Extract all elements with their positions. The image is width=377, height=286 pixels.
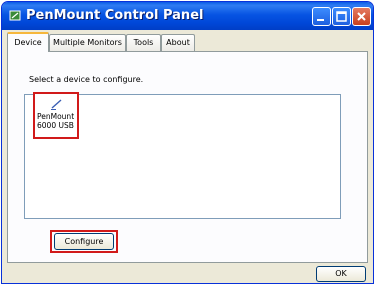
penmount-app-icon <box>9 10 21 21</box>
device-model: 6000 USB <box>37 121 74 130</box>
ok-button[interactable]: OK <box>316 266 366 282</box>
pen-icon <box>51 99 62 110</box>
tab-about[interactable]: About <box>161 34 195 51</box>
tab-multiple-monitors[interactable]: Multiple Monitors <box>49 34 126 51</box>
maximize-button[interactable] <box>332 7 351 26</box>
tab-tools[interactable]: Tools <box>126 34 161 51</box>
device-name: PenMount <box>37 112 75 121</box>
device-label: PenMount 6000 USB <box>37 112 79 130</box>
maximize-icon <box>336 11 347 22</box>
instruction-text: Select a device to configure. <box>29 75 144 84</box>
configure-button[interactable]: Configure <box>54 233 114 250</box>
close-button[interactable] <box>352 7 371 26</box>
close-icon <box>357 12 366 21</box>
title-bar[interactable]: PenMount Control Panel <box>2 2 373 30</box>
device-item-penmount-6000-usb[interactable]: PenMount 6000 USB <box>33 92 79 139</box>
minimize-button[interactable] <box>312 7 331 26</box>
minimize-icon <box>317 19 324 21</box>
tab-device[interactable]: Device <box>7 32 49 52</box>
window-title: PenMount Control Panel <box>26 8 204 23</box>
